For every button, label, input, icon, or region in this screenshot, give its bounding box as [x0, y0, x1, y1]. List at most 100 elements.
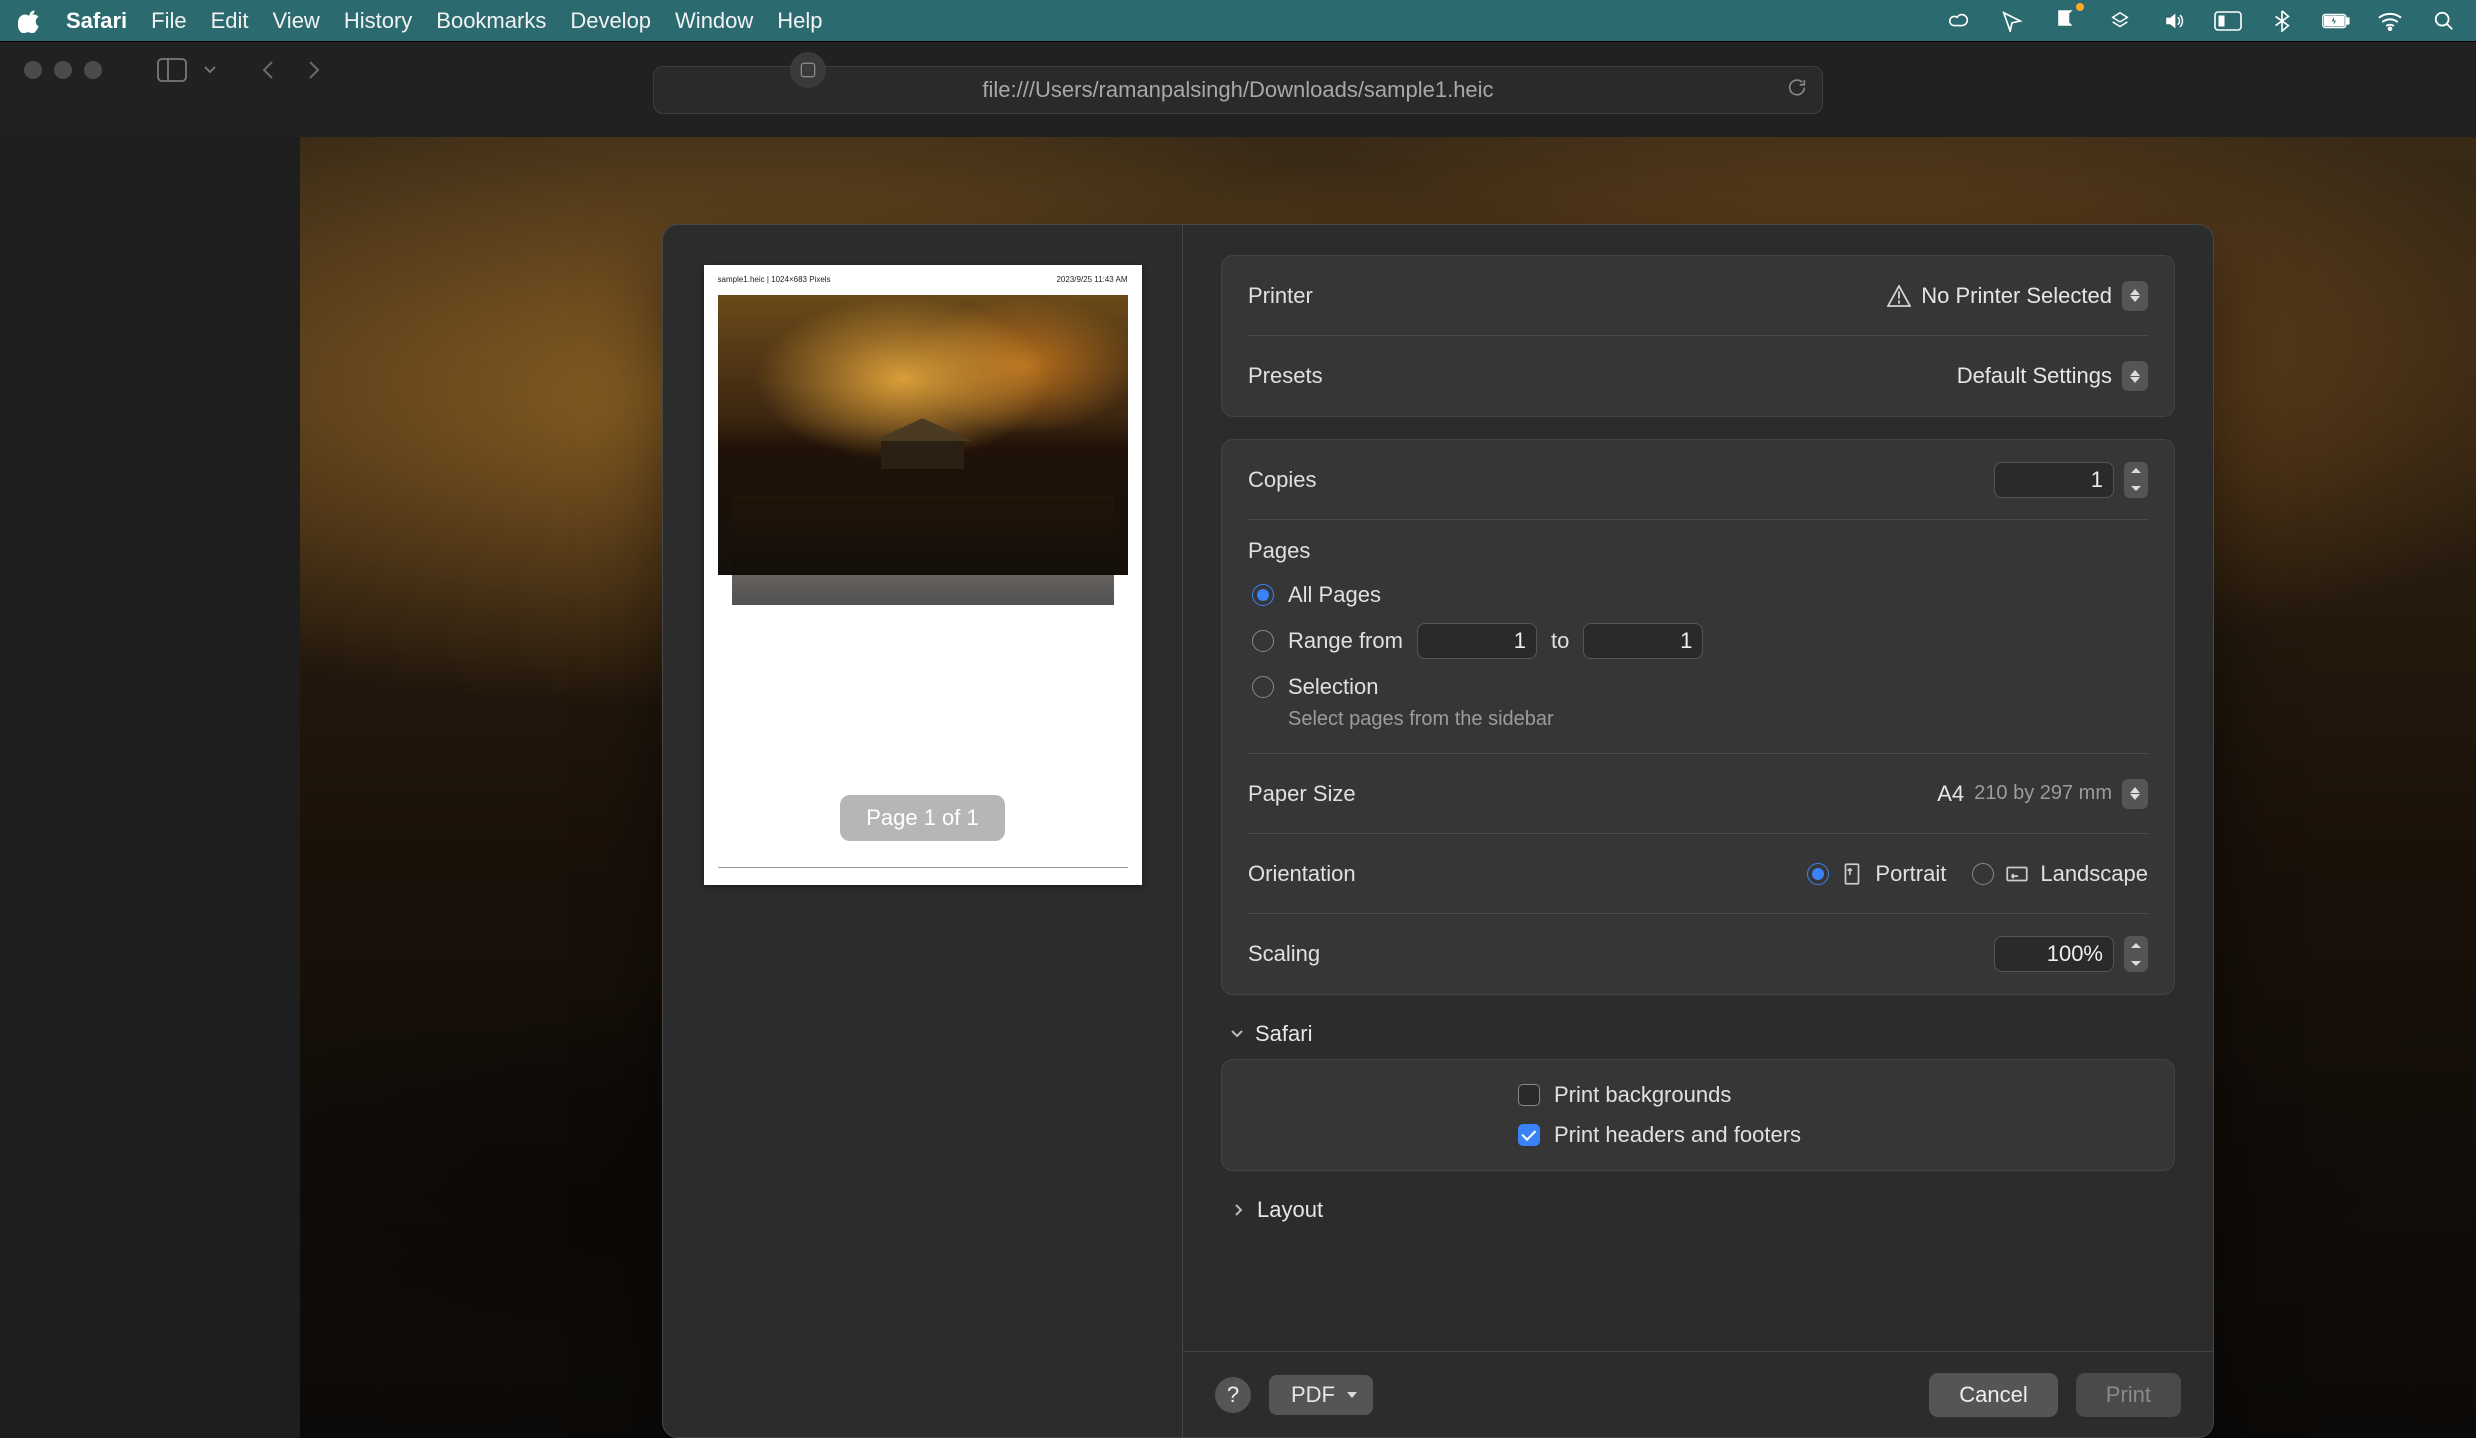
tab-group-dropdown[interactable] — [200, 52, 220, 88]
scaling-row: Scaling — [1248, 914, 2148, 994]
chevron-right-icon — [1231, 1202, 1247, 1218]
page-counter-badge: Page 1 of 1 — [840, 795, 1005, 841]
menubar-app-name[interactable]: Safari — [66, 8, 127, 34]
scaling-stepper[interactable] — [2124, 936, 2148, 972]
dropdown-arrows-icon — [2122, 281, 2148, 311]
copies-input[interactable] — [1994, 462, 2114, 498]
range-to-input[interactable] — [1583, 623, 1703, 659]
menubar-status-area — [1944, 7, 2458, 34]
sync-icon[interactable] — [2106, 10, 2134, 32]
menubar-left: Safari File Edit View History Bookmarks … — [18, 8, 823, 34]
print-preview-page[interactable]: sample1.heic | 1024×683 Pixels 2023/9/25… — [704, 265, 1142, 885]
reload-button[interactable] — [1786, 76, 1808, 103]
address-bar-text: file:///Users/ramanpalsingh/Downloads/sa… — [982, 77, 1493, 103]
print-settings-pane: Printer No Printer Selected Presets Defa… — [1183, 225, 2213, 1437]
print-dialog-footer: ? PDF Cancel Print — [1183, 1351, 2213, 1437]
radio-on-icon — [1252, 584, 1274, 606]
safari-toolbar: file:///Users/ramanpalsingh/Downloads/sa… — [0, 41, 2476, 137]
print-button[interactable]: Print — [2076, 1373, 2181, 1417]
orientation-row: Orientation Portrait Landscape — [1248, 834, 2148, 914]
menubar-item-file[interactable]: File — [151, 8, 186, 34]
caret-down-icon — [1347, 1392, 1357, 1398]
airdrop-icon[interactable] — [1998, 10, 2026, 32]
paper-size-select[interactable]: A4 210 by 297 mm — [1937, 779, 2148, 809]
safari-sidebar-area — [0, 137, 300, 1438]
pages-all-option[interactable]: All Pages — [1252, 576, 2148, 614]
pages-selection-option[interactable]: Selection — [1252, 668, 2148, 706]
pages-block: Pages All Pages Range from to Se — [1248, 520, 2148, 754]
presets-select[interactable]: Default Settings — [1957, 361, 2148, 391]
window-minimize-button[interactable] — [54, 61, 72, 79]
pages-range-option[interactable]: Range from to — [1252, 622, 2148, 660]
window-zoom-button[interactable] — [84, 61, 102, 79]
dropdown-arrows-icon — [2122, 779, 2148, 809]
menubar-item-bookmarks[interactable]: Bookmarks — [436, 8, 546, 34]
printer-presets-card: Printer No Printer Selected Presets Defa… — [1221, 255, 2175, 417]
portrait-icon — [1839, 861, 1865, 887]
scaling-input[interactable] — [1994, 936, 2114, 972]
safari-section-toggle[interactable]: Safari — [1221, 1017, 2175, 1059]
print-headers-footers-option[interactable]: Print headers and footers — [1518, 1122, 1878, 1148]
warning-icon — [1887, 285, 1911, 307]
forward-button[interactable] — [296, 52, 332, 88]
presets-label: Presets — [1248, 363, 1323, 389]
help-button[interactable]: ? — [1215, 1377, 1251, 1413]
creative-cloud-icon[interactable] — [1944, 10, 1972, 32]
pages-selection-hint: Select pages from the sidebar — [1288, 708, 2148, 731]
preview-page-footer — [718, 867, 1128, 875]
menubar-item-edit[interactable]: Edit — [211, 8, 249, 34]
paper-size-row: Paper Size A4 210 by 297 mm — [1248, 754, 2148, 834]
back-button[interactable] — [250, 52, 286, 88]
menubar-item-window[interactable]: Window — [675, 8, 753, 34]
window-close-button[interactable] — [24, 61, 42, 79]
copies-label: Copies — [1248, 467, 1316, 493]
pdf-menu-button[interactable]: PDF — [1269, 1375, 1373, 1415]
landscape-icon — [2004, 861, 2030, 887]
checkbox-on-icon — [1518, 1124, 1540, 1146]
radio-on-icon — [1807, 863, 1829, 885]
range-from-input[interactable] — [1417, 623, 1537, 659]
volume-icon[interactable] — [2160, 10, 2188, 32]
print-preview-pane: sample1.heic | 1024×683 Pixels 2023/9/25… — [663, 225, 1183, 1437]
print-backgrounds-option[interactable]: Print backgrounds — [1518, 1082, 1878, 1108]
radio-off-icon — [1972, 863, 1994, 885]
copies-row: Copies — [1248, 440, 2148, 520]
scaling-label: Scaling — [1248, 941, 1320, 967]
printer-label: Printer — [1248, 283, 1313, 309]
printer-select[interactable]: No Printer Selected — [1887, 281, 2148, 311]
layout-section-toggle[interactable]: Layout — [1221, 1193, 2175, 1235]
print-dialog: sample1.heic | 1024×683 Pixels 2023/9/25… — [662, 224, 2214, 1438]
radio-off-icon — [1252, 676, 1274, 698]
orientation-landscape-option[interactable]: Landscape — [1972, 861, 2148, 887]
battery-icon[interactable] — [2322, 10, 2350, 32]
safari-options-card: Print backgrounds Print headers and foot… — [1221, 1059, 2175, 1171]
chevron-down-icon — [1229, 1026, 1245, 1042]
menubar-item-view[interactable]: View — [273, 8, 320, 34]
preview-page-header: sample1.heic | 1024×683 Pixels 2023/9/25… — [718, 275, 1128, 284]
address-bar[interactable]: file:///Users/ramanpalsingh/Downloads/sa… — [653, 66, 1823, 114]
menubar-item-help[interactable]: Help — [777, 8, 822, 34]
preview-image — [718, 295, 1128, 575]
macos-menubar: Safari File Edit View History Bookmarks … — [0, 0, 2476, 41]
orientation-label: Orientation — [1248, 861, 1356, 887]
printer-row: Printer No Printer Selected — [1248, 256, 2148, 336]
notification-badge — [2076, 3, 2084, 11]
input-source-icon[interactable] — [2214, 10, 2242, 32]
notification-center-icon[interactable] — [2052, 7, 2080, 34]
wifi-icon[interactable] — [2376, 10, 2404, 32]
sidebar-toggle-button[interactable] — [154, 52, 190, 88]
bluetooth-icon[interactable] — [2268, 10, 2296, 32]
dropdown-arrows-icon — [2122, 361, 2148, 391]
orientation-portrait-option[interactable]: Portrait — [1807, 861, 1946, 887]
apple-logo-icon[interactable] — [18, 9, 42, 33]
site-settings-button[interactable] — [790, 52, 826, 88]
menubar-item-develop[interactable]: Develop — [570, 8, 651, 34]
cancel-button[interactable]: Cancel — [1929, 1373, 2057, 1417]
page-setup-card: Copies Pages All Pages Range from — [1221, 439, 2175, 995]
radio-off-icon — [1252, 630, 1274, 652]
paper-size-label: Paper Size — [1248, 781, 1356, 807]
checkbox-off-icon — [1518, 1084, 1540, 1106]
copies-stepper[interactable] — [2124, 462, 2148, 498]
menubar-item-history[interactable]: History — [344, 8, 412, 34]
spotlight-search-icon[interactable] — [2430, 10, 2458, 32]
